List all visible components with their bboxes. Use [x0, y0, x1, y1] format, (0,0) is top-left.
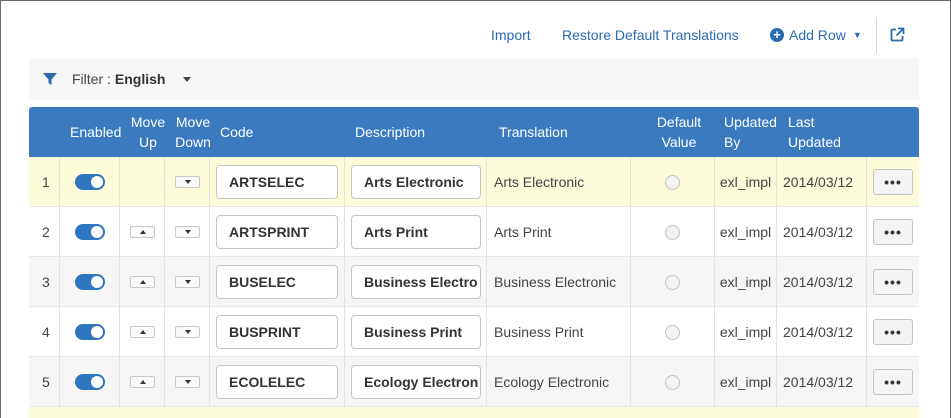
col-header-description[interactable]: Description	[355, 107, 425, 157]
row-number: 2	[42, 224, 50, 240]
filter-icon	[43, 73, 57, 85]
table-header: Enabled Move Up Move Down Code Description…	[29, 107, 919, 157]
row-actions-button[interactable]: •••	[873, 369, 913, 395]
col-header-default-value[interactable]: Default Value	[649, 107, 709, 157]
row-actions-button[interactable]: •••	[873, 169, 913, 195]
arrow-up-icon	[139, 230, 146, 234]
col-header-move-down[interactable]: Move Down	[174, 107, 212, 157]
updated-by-text: exl_impl	[719, 374, 772, 390]
col-header-enabled[interactable]: Enabled	[70, 107, 121, 157]
code-field[interactable]: BUSELEC	[216, 265, 338, 299]
arrow-up-icon	[139, 380, 146, 384]
description-field[interactable]: Arts Electronic	[351, 165, 481, 199]
filter-bar: Filter : English	[29, 58, 919, 100]
enabled-toggle[interactable]	[74, 374, 105, 390]
move-down-button[interactable]	[174, 276, 200, 288]
row-number: 3	[42, 274, 50, 290]
code-table-grid: Enabled Move Up Move Down Code Description…	[29, 107, 919, 418]
table-row[interactable]: 1 ARTSELEC Arts Electronic Arts Electronic e…	[29, 157, 919, 207]
add-row-label: Add Row	[789, 27, 846, 43]
move-up-button[interactable]	[129, 326, 155, 338]
import-link[interactable]: Import	[491, 27, 531, 43]
col-header-updated-by[interactable]: Updated By	[724, 107, 777, 157]
arrow-down-icon	[184, 230, 191, 234]
table-body: 1 ARTSELEC Arts Electronic Arts Electronic e…	[29, 157, 919, 407]
description-field[interactable]: Business Electro	[351, 265, 481, 299]
default-value-radio[interactable]	[665, 174, 680, 190]
move-up-button[interactable]	[129, 376, 155, 388]
arrow-down-icon	[184, 330, 191, 334]
filter-language-select[interactable]: English	[115, 71, 166, 87]
col-header-move-up[interactable]: Move Up	[130, 107, 166, 157]
arrow-down-icon	[184, 180, 191, 184]
move-down-button[interactable]	[174, 326, 200, 338]
table-row[interactable]: 5 ECOLELEC Ecology Electron Ecology Electro…	[29, 357, 919, 407]
table-row[interactable]: 3 BUSELEC Business Electro Business Electro…	[29, 257, 919, 307]
arrow-up-icon	[139, 330, 146, 334]
updated-by-text: exl_impl	[719, 274, 772, 290]
last-updated-text: 2014/03/12	[783, 374, 854, 390]
col-header-last-updated[interactable]: Last Updated	[788, 107, 841, 157]
last-updated-text: 2014/03/12	[783, 174, 854, 190]
row-number: 4	[42, 324, 50, 340]
default-value-radio[interactable]	[665, 374, 680, 390]
plus-circle-icon: +	[770, 28, 784, 42]
last-updated-text: 2014/03/12	[783, 324, 854, 340]
code-field[interactable]: BUSPRINT	[216, 315, 338, 349]
last-updated-text: 2014/03/12	[783, 274, 854, 290]
chevron-down-icon[interactable]	[183, 76, 192, 82]
row-number: 1	[42, 174, 50, 190]
chevron-down-icon: ▼	[852, 30, 862, 40]
table-row[interactable]: 2 ARTSPRINT Arts Print Arts Print exl_impl 20…	[29, 207, 919, 257]
default-value-radio[interactable]	[665, 224, 680, 240]
translation-text: Ecology Electronic	[494, 374, 610, 390]
arrow-down-icon	[184, 280, 191, 284]
toolbar-divider	[876, 17, 877, 53]
external-link-icon[interactable]	[889, 27, 905, 43]
move-up-button[interactable]	[129, 226, 155, 238]
updated-by-text: exl_impl	[719, 224, 772, 240]
translation-text: Arts Print	[494, 224, 552, 240]
translation-text: Business Print	[494, 324, 584, 340]
translation-text: Arts Electronic	[494, 174, 585, 190]
table-row-partial	[29, 407, 919, 418]
enabled-toggle[interactable]	[74, 174, 105, 190]
filter-label: Filter :	[72, 71, 111, 87]
code-table-panel: Import Restore Default Translations + Ad…	[0, 0, 951, 418]
enabled-toggle[interactable]	[74, 224, 105, 240]
translation-text: Business Electronic	[494, 274, 617, 290]
move-down-button[interactable]	[174, 176, 200, 188]
enabled-toggle[interactable]	[74, 324, 105, 340]
move-down-button[interactable]	[174, 226, 200, 238]
row-actions-button[interactable]: •••	[873, 219, 913, 245]
move-up-button[interactable]	[129, 276, 155, 288]
last-updated-text: 2014/03/12	[783, 224, 854, 240]
description-field[interactable]: Arts Print	[351, 215, 481, 249]
col-header-translation[interactable]: Translation	[499, 107, 568, 157]
description-field[interactable]: Business Print	[351, 315, 481, 349]
updated-by-text: exl_impl	[719, 174, 772, 190]
row-actions-button[interactable]: •••	[873, 269, 913, 295]
updated-by-text: exl_impl	[719, 324, 772, 340]
description-field[interactable]: Ecology Electron	[351, 365, 481, 399]
arrow-up-icon	[139, 280, 146, 284]
enabled-toggle[interactable]	[74, 274, 105, 290]
arrow-down-icon	[184, 380, 191, 384]
restore-default-translations-link[interactable]: Restore Default Translations	[562, 27, 739, 43]
code-field[interactable]: ARTSPRINT	[216, 215, 338, 249]
default-value-radio[interactable]	[665, 324, 680, 340]
col-header-code[interactable]: Code	[220, 107, 253, 157]
move-down-button[interactable]	[174, 376, 200, 388]
table-row[interactable]: 4 BUSPRINT Business Print Business Print exl…	[29, 307, 919, 357]
add-row-button[interactable]: + Add Row ▼	[770, 27, 862, 43]
row-number: 5	[42, 374, 50, 390]
code-field[interactable]: ECOLELEC	[216, 365, 338, 399]
code-field[interactable]: ARTSELEC	[216, 165, 338, 199]
row-actions-button[interactable]: •••	[873, 319, 913, 345]
default-value-radio[interactable]	[665, 274, 680, 290]
